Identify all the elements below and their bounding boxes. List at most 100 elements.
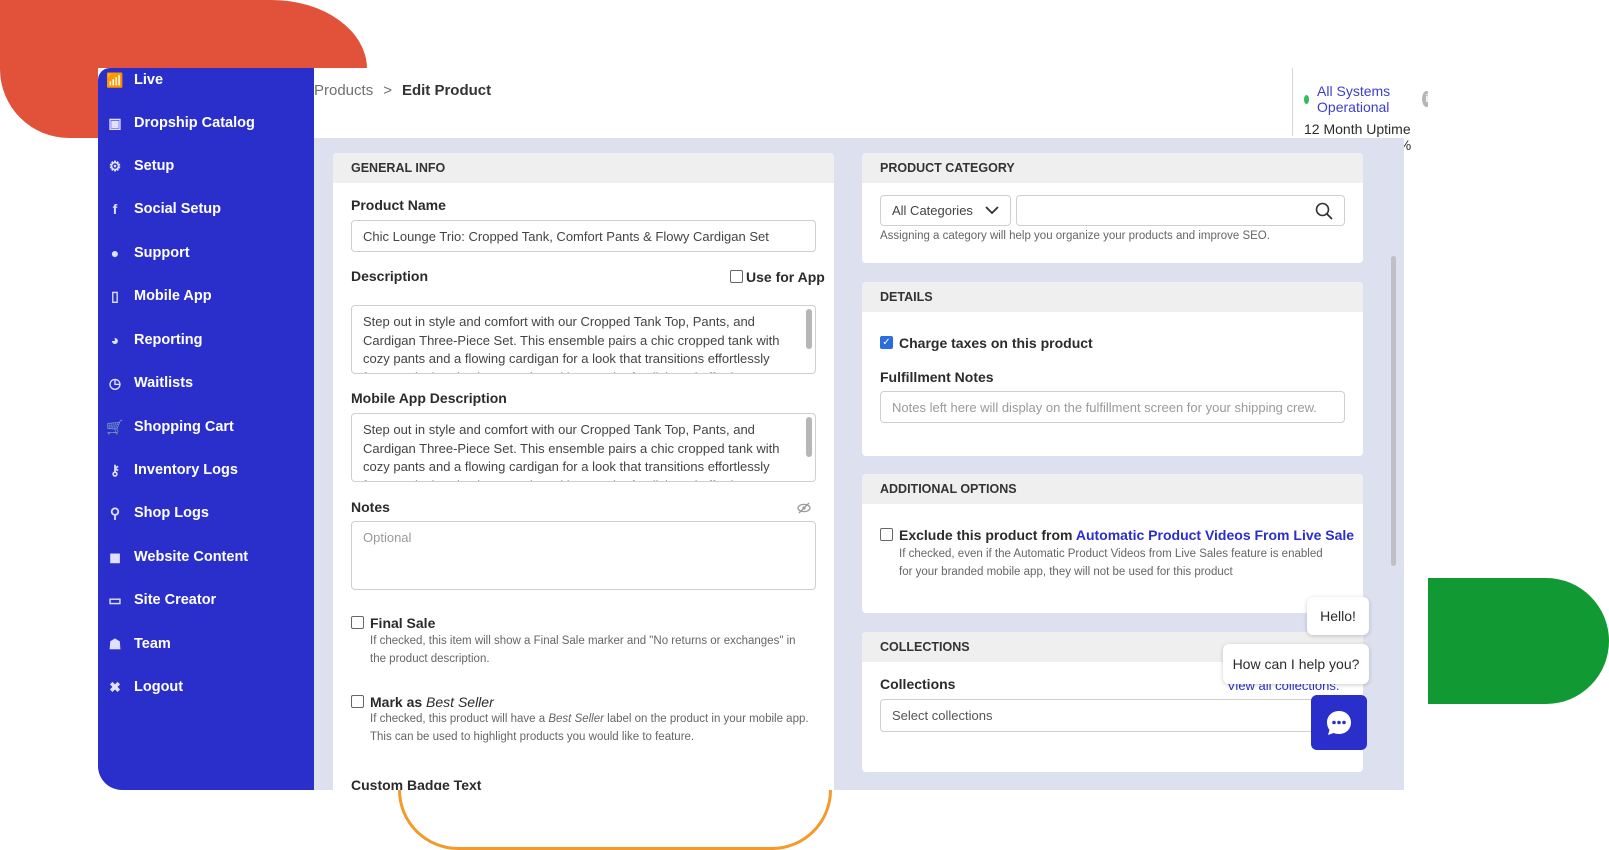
sidebar-item-label: Logout — [134, 679, 184, 695]
sidebar-item-inventory-logs[interactable]: ⚷ Inventory Logs — [98, 450, 314, 490]
eye-slash-icon[interactable] — [797, 502, 811, 514]
final-sale-help: If checked, this item will show a Final … — [370, 635, 796, 665]
sidebar-item-label: Dropship Catalog — [134, 115, 255, 131]
gears-icon: ⚙ — [108, 157, 122, 174]
sidebar-item-reporting[interactable]: ◕ Reporting — [98, 320, 314, 360]
sidebar-item-dropship-catalog[interactable]: ▣ Dropship Catalog — [98, 103, 314, 143]
mobile-icon: ▯ — [111, 287, 119, 304]
rss-icon: 📶 — [106, 71, 124, 88]
main-content: GENERAL INFO Product Name Chic Lounge Tr… — [314, 138, 1404, 790]
sidebar-item-logout[interactable]: ✖ Logout — [98, 667, 314, 707]
collections-label: Collections — [880, 676, 956, 692]
exclude-auto-videos-label: Exclude this product from Automatic Prod… — [899, 527, 1354, 543]
sidebar-item-site-creator[interactable]: ▭ Site Creator — [98, 580, 314, 620]
additional-options-card: ADDITIONAL OPTIONS Exclude this product … — [862, 474, 1363, 613]
exclude-auto-videos-checkbox[interactable] — [880, 528, 893, 541]
chat-hello-bubble[interactable]: Hello! — [1307, 597, 1369, 635]
sidebar-item-label: Waitlists — [134, 375, 194, 391]
catalog-icon: ▣ — [108, 114, 122, 131]
notes-label: Notes — [351, 499, 390, 515]
fulfillment-notes-placeholder: Notes left here will display on the fulf… — [892, 399, 1317, 415]
sidebar-item-shop-logs[interactable]: ⚲ Shop Logs — [98, 493, 314, 533]
sidebar-item-setup[interactable]: ⚙ Setup — [98, 146, 314, 186]
final-sale-checkbox[interactable] — [351, 616, 364, 629]
sidebar-item-label: Social Setup — [134, 201, 222, 217]
product-name-input[interactable]: Chic Lounge Trio: Cropped Tank, Comfort … — [351, 220, 816, 252]
clock-icon: ◷ — [108, 374, 122, 391]
search-icon[interactable] — [1315, 202, 1333, 220]
sidebar-item-label: Team — [134, 636, 171, 652]
collections-placeholder: Select collections — [892, 708, 993, 723]
stage: 📶 Live ▣ Dropship Catalog ⚙ Setup f Social Setu… — [0, 0, 1609, 850]
best-seller-label-em: Best Seller — [426, 694, 494, 710]
cart-icon: 🛒 — [106, 418, 124, 435]
key-icon: ⚷ — [109, 461, 121, 478]
sidebar-item-label: Setup — [134, 158, 175, 174]
system-status-link[interactable]: All Systems Operational — [1317, 83, 1400, 115]
best-seller-checkbox[interactable] — [351, 695, 364, 708]
chat-hello-text: Hello! — [1320, 608, 1356, 624]
sidebar-item-shopping-cart[interactable]: 🛒 Shopping Cart — [98, 407, 314, 447]
sidebar-item-live[interactable]: 📶 Live — [98, 68, 314, 100]
product-name-value: Chic Lounge Trio: Cropped Tank, Comfort … — [363, 228, 769, 244]
card-title: PRODUCT CATEGORY — [862, 153, 1363, 183]
sidebar-item-waitlists[interactable]: ◷ Waitlists — [98, 363, 314, 403]
breadcrumb: Products > Edit Product — [314, 82, 491, 99]
sidebar-item-team[interactable]: ☗ Team — [98, 624, 314, 664]
best-seller-label: Mark as Best Seller — [370, 694, 494, 710]
fulfillment-notes-label: Fulfillment Notes — [880, 369, 994, 385]
notes-placeholder: Optional — [363, 530, 412, 545]
mobile-description-textarea[interactable]: Step out in style and comfort with our C… — [351, 413, 816, 482]
chat-icon — [1327, 710, 1351, 735]
best-seller-help: If checked, this product will have a Bes… — [370, 711, 810, 746]
exclude-auto-videos-help: If checked, even if the Automatic Produc… — [899, 548, 1323, 578]
description-textarea[interactable]: Step out in style and comfort with our C… — [351, 305, 816, 374]
decorative-green-shape — [1405, 578, 1609, 704]
chevron-right-icon: > — [383, 82, 392, 99]
sidebar-item-label: Live — [134, 72, 164, 88]
auto-videos-link[interactable]: Automatic Product Videos From Live Sale — [1076, 527, 1354, 543]
chat-help-bubble[interactable]: How can I help you? — [1223, 644, 1369, 684]
use-for-app-checkbox[interactable] — [730, 270, 743, 283]
shop-bag-icon: ◼ — [109, 548, 121, 565]
chat-launcher-button[interactable] — [1311, 695, 1367, 750]
sidebar-item-mobile-app[interactable]: ▯ Mobile App — [98, 276, 314, 316]
search-icon: ⚲ — [109, 504, 121, 521]
sidebar-item-label: Site Creator — [134, 592, 217, 608]
card-title: GENERAL INFO — [333, 153, 834, 183]
best-seller-help-em: Best Seller — [548, 713, 604, 725]
close-icon: ✖ — [109, 678, 121, 695]
category-select[interactable]: All Categories — [880, 195, 1011, 226]
final-sale-label: Final Sale — [370, 615, 436, 631]
charge-taxes-checkbox[interactable]: ✓ — [880, 336, 893, 349]
custom-badge-label: Custom Badge Text — [351, 777, 482, 790]
card-title: DETAILS — [862, 282, 1363, 312]
notes-textarea[interactable]: Optional — [351, 521, 816, 590]
sidebar-item-label: Shop Logs — [134, 505, 209, 521]
general-info-card: GENERAL INFO Product Name Chic Lounge Tr… — [333, 153, 834, 790]
sidebar-item-social-setup[interactable]: f Social Setup — [98, 189, 314, 229]
laptop-icon: ▭ — [108, 591, 122, 608]
top-header: Products > Edit Product All Systems Oper… — [314, 68, 1428, 153]
category-help: Assigning a category will help you organ… — [880, 230, 1270, 242]
sidebar-item-support[interactable]: ● Support — [98, 233, 314, 273]
mobile-description-label: Mobile App Description — [351, 390, 507, 406]
page-scrollbar[interactable] — [1391, 256, 1396, 566]
collections-select[interactable]: Select collections — [880, 699, 1345, 732]
breadcrumb-current: Edit Product — [401, 82, 492, 99]
textarea-scrollbar[interactable] — [806, 417, 812, 457]
sidebar-item-label: Support — [134, 245, 190, 261]
charge-taxes-label: Charge taxes on this product — [899, 335, 1093, 351]
app-window: 📶 Live ▣ Dropship Catalog ⚙ Setup f Social Setu… — [98, 68, 1428, 790]
category-select-value: All Categories — [892, 203, 973, 218]
sidebar-item-label: Inventory Logs — [134, 462, 238, 478]
product-category-card: PRODUCT CATEGORY All Categories Assignin… — [862, 153, 1363, 263]
facebook-icon: f — [112, 201, 118, 217]
info-icon[interactable]: i — [1422, 91, 1428, 107]
sidebar-item-website-content[interactable]: ◼ Website Content — [98, 537, 314, 577]
chat-help-text: How can I help you? — [1232, 656, 1360, 672]
textarea-scrollbar[interactable] — [806, 309, 812, 349]
fulfillment-notes-input[interactable]: Notes left here will display on the fulf… — [880, 391, 1345, 423]
breadcrumb-products-link[interactable]: Products — [314, 82, 373, 99]
category-search-input[interactable] — [1016, 195, 1345, 226]
